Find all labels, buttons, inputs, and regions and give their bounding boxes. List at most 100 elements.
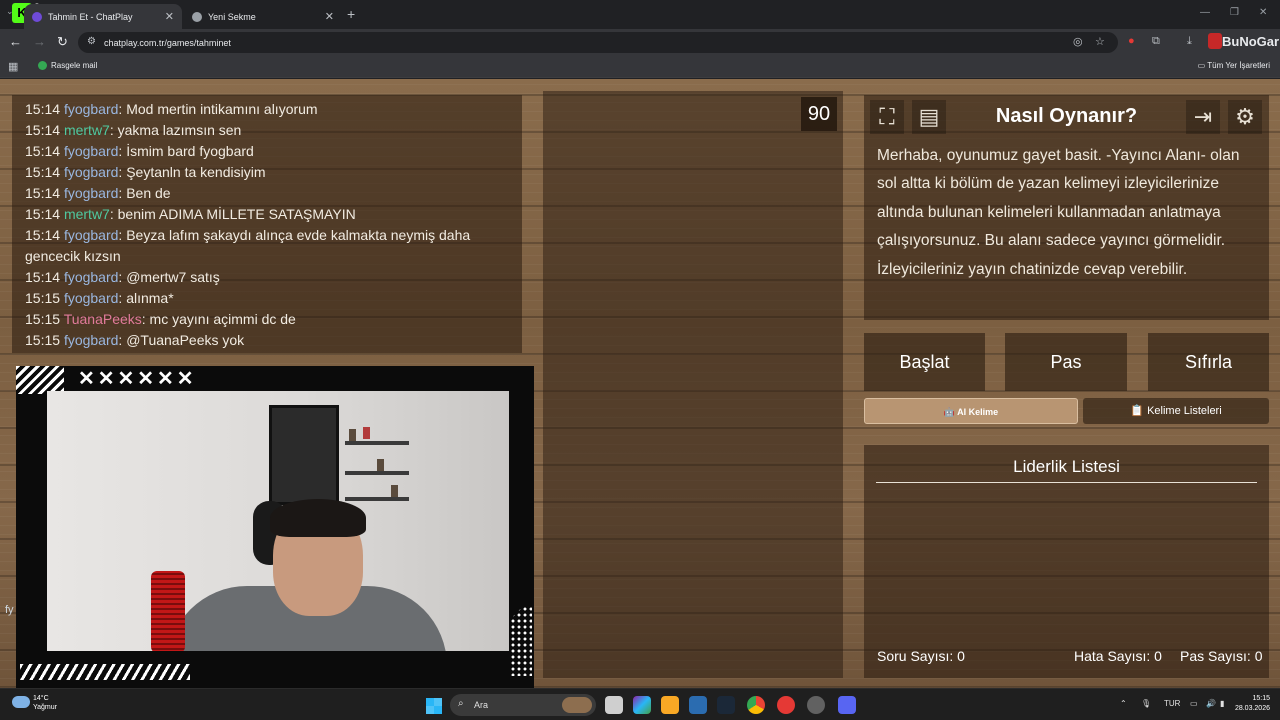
- chat-message: 15:15 fyogbard: alınma*: [25, 288, 509, 309]
- all-bookmarks-label: Tüm Yer İşaretleri: [1207, 61, 1270, 70]
- store-icon[interactable]: [689, 696, 707, 714]
- extensions-puzzle-icon[interactable]: ⧉: [1152, 35, 1160, 48]
- divider: [876, 482, 1257, 483]
- copilot-icon[interactable]: [633, 696, 651, 714]
- close-tab-icon[interactable]: ✕: [325, 10, 334, 23]
- download-icon[interactable]: ⤓: [1187, 35, 1192, 48]
- chat-timestamp: 15:14: [25, 206, 61, 222]
- close-window-button[interactable]: ✕: [1259, 7, 1267, 18]
- chat-timestamp: 15:15: [25, 290, 61, 306]
- error-count: Hata Sayısı: 0: [1074, 648, 1162, 664]
- all-bookmarks-folder[interactable]: ▭ Tüm Yer İşaretleri: [1198, 61, 1270, 70]
- bookmark-favicon-icon: [38, 61, 47, 70]
- pass-button[interactable]: Pas: [1005, 333, 1127, 391]
- close-tab-icon[interactable]: ✕: [165, 10, 174, 23]
- taskbar-search[interactable]: ⌕ Ara: [450, 694, 596, 716]
- tab-tahmin-et[interactable]: Tahmin Et - ChatPlay ✕: [24, 4, 182, 29]
- chat-username[interactable]: fyogbard: [64, 143, 118, 159]
- bookmark-star-icon[interactable]: ☆: [1095, 35, 1105, 48]
- apps-grid-icon[interactable]: ▦: [8, 60, 18, 73]
- forward-button[interactable]: →: [33, 34, 46, 49]
- chat-text: : Şeytanln ta kendisiyim: [118, 164, 266, 180]
- extension-icon[interactable]: ●: [1128, 35, 1135, 47]
- chat-text: : benim ADIMA MİLLETE SATAŞMAYIN: [109, 206, 356, 222]
- clock-time: 15:15: [1252, 695, 1270, 702]
- chrome-icon[interactable]: [747, 696, 765, 714]
- how-to-play-text: Merhaba, oyunumuz gayet basit. -Yayıncı …: [877, 147, 1240, 278]
- logout-icon[interactable]: ⇥: [1186, 100, 1220, 134]
- shelf: [345, 441, 409, 445]
- microphone: [151, 571, 185, 651]
- microphone-icon[interactable]: 🎙: [1141, 699, 1151, 708]
- chat-username[interactable]: fyogbard: [64, 185, 118, 201]
- leaderboard-title: Liderlik Listesi: [1013, 457, 1120, 476]
- word-lists-button[interactable]: 📋 Kelime Listeleri: [1083, 398, 1269, 424]
- chat-username[interactable]: fyogbard: [64, 332, 118, 348]
- minimize-button[interactable]: —: [1200, 7, 1210, 18]
- input-language[interactable]: TUR: [1164, 699, 1180, 708]
- webcam-overlay: ✕✕✕✕✕✕: [16, 366, 534, 688]
- windows-taskbar: 14°C Yağmur ⌕ Ara ⌃ 🎙 TUR ▭ 🔊 ▮ 15:15 28.…: [0, 688, 1280, 720]
- chrome-favicon-icon: [192, 11, 202, 22]
- maximize-button[interactable]: ❐: [1230, 7, 1239, 18]
- file-explorer-icon[interactable]: [661, 696, 679, 714]
- temperature: 14°C: [33, 695, 49, 702]
- tab-new-tab[interactable]: Yeni Sekme ✕: [184, 4, 342, 29]
- bookmark-label: Rasgele mail: [51, 61, 98, 70]
- shelf-item: [377, 459, 384, 471]
- volume-icon[interactable]: 🔊: [1206, 699, 1216, 708]
- chat-timestamp: 15:15: [25, 311, 61, 327]
- settings-gear-icon[interactable]: ⚙: [1228, 100, 1262, 134]
- bunogar-logo-icon[interactable]: [1208, 33, 1222, 49]
- new-tab-button[interactable]: +: [347, 6, 355, 22]
- chat-username[interactable]: fyogbard: [64, 269, 118, 285]
- chat-message: 15:15 TuanaPeeks: mc yayını açimmi dc de: [25, 309, 509, 330]
- ai-word-button[interactable]: 🤖 AI Kelime: [864, 398, 1078, 424]
- chat-timestamp: 15:14: [25, 164, 61, 180]
- app-icon[interactable]: [777, 696, 795, 714]
- search-highlight-image: [562, 697, 592, 713]
- chat-timestamp: 15:14: [25, 185, 61, 201]
- bunogar-brand: BuNoGar: [1222, 34, 1280, 49]
- reset-button[interactable]: Sıfırla: [1148, 333, 1269, 391]
- chat-message: 15:14 fyogbard: @mertw7 satış: [25, 267, 509, 288]
- network-icon[interactable]: ▭: [1190, 699, 1198, 708]
- chat-message: 15:15 fyogbard: @TuanaPeeks yok: [25, 330, 509, 351]
- game-page: 15:14 fyogbard: Mod mertin intikamını al…: [0, 79, 1280, 688]
- person-hair: [270, 499, 366, 537]
- back-button[interactable]: ←: [9, 34, 22, 49]
- chat-timestamp: 15:14: [25, 122, 61, 138]
- chat-username[interactable]: fyogbard: [64, 101, 118, 117]
- chat-username[interactable]: fyogbard: [64, 290, 118, 306]
- bookmark-rasgele-mail[interactable]: Rasgele mail: [38, 61, 97, 70]
- site-info-icon[interactable]: ⚙: [87, 36, 96, 47]
- chat-username[interactable]: fyogbard: [64, 227, 118, 243]
- address-bar[interactable]: ⚙ chatplay.com.tr/games/tahminet ◎ ☆: [78, 32, 1118, 53]
- eye-off-icon[interactable]: ◎: [1073, 35, 1083, 48]
- windows-start-icon[interactable]: [426, 698, 442, 714]
- leaderboard-panel: Liderlik Listesi Soru Sayısı: 0 Hata Say…: [864, 445, 1269, 678]
- x-marks-decoration: ✕✕✕✕✕✕: [78, 368, 197, 390]
- chat-username[interactable]: fyogbard: [64, 164, 118, 180]
- reload-button[interactable]: ↻: [57, 34, 68, 50]
- discord-icon[interactable]: [838, 696, 856, 714]
- task-view-icon[interactable]: [605, 696, 623, 714]
- chat-text: : İsmim bard fyogbard: [118, 143, 254, 159]
- system-clock[interactable]: 15:15 28.03.2026: [1235, 694, 1270, 714]
- steam-icon[interactable]: [717, 696, 735, 714]
- tray-overflow-icon[interactable]: ⌃: [1120, 699, 1127, 708]
- chat-text: : @mertw7 satış: [118, 269, 220, 285]
- browser-toolbar: ← → ↻ ⚙ chatplay.com.tr/games/tahminet ◎…: [0, 29, 1280, 56]
- chat-username[interactable]: mertw7: [64, 206, 110, 222]
- search-icon: ⌕: [458, 698, 464, 709]
- chat-text: : Mod mertin intikamını alıyorum: [118, 101, 318, 117]
- chat-username[interactable]: mertw7: [64, 122, 110, 138]
- start-button[interactable]: Başlat: [864, 333, 985, 391]
- chat-username[interactable]: TuanaPeeks: [64, 311, 142, 327]
- battery-icon[interactable]: ▮: [1220, 699, 1224, 708]
- chat-timestamp: 15:14: [25, 227, 61, 243]
- folder-icon: ▭: [1197, 61, 1208, 70]
- shelf: [345, 471, 409, 475]
- app-icon[interactable]: [807, 696, 825, 714]
- chat-message: 15:14 fyogbard: Ben de: [25, 183, 509, 204]
